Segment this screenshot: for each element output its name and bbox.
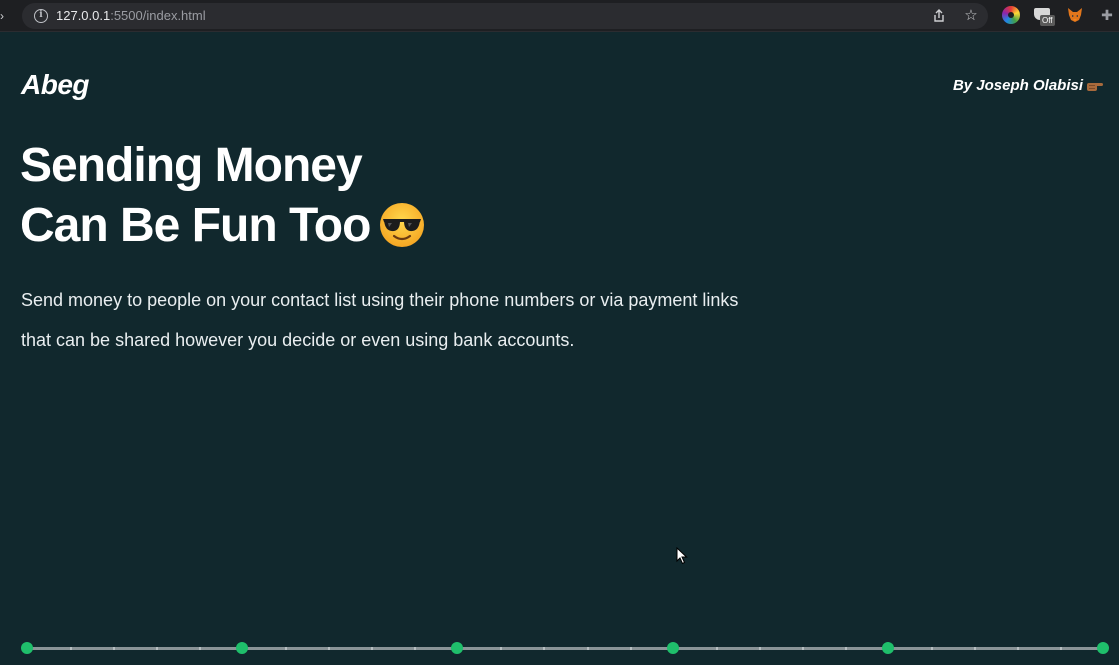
author-byline-text: By Joseph Olabisi: [952, 77, 1083, 94]
site-logo[interactable]: Abeg: [21, 68, 90, 102]
tab-edge-icon: ›: [0, 9, 4, 23]
extension-off-icon[interactable]: Off: [1034, 6, 1055, 26]
color-picker-extension-icon[interactable]: [1002, 6, 1020, 24]
extension-off-badge: Off: [1040, 15, 1055, 26]
extensions-puzzle-icon[interactable]: ✚: [1098, 6, 1116, 24]
timeline-tick: [371, 647, 374, 650]
timeline-tick: [500, 647, 503, 650]
sunglasses-emoji-icon: [380, 203, 425, 247]
timeline-dot[interactable]: [21, 642, 33, 654]
timeline-tick: [285, 647, 288, 650]
timeline-tick: [70, 647, 73, 650]
progress-timeline: [0, 638, 1119, 658]
timeline-dot[interactable]: [1097, 642, 1109, 654]
timeline-dot[interactable]: [666, 642, 679, 654]
timeline-tick: [414, 647, 417, 650]
timeline-dot[interactable]: [881, 642, 894, 654]
url-host: 127.0.0.1: [56, 8, 111, 23]
timeline-tick: [715, 647, 718, 650]
timeline-tick: [586, 647, 589, 650]
timeline-dot[interactable]: [236, 642, 249, 654]
headline-line-1: Sending Money: [20, 139, 363, 192]
timeline-track: [27, 647, 1103, 650]
timeline-tick: [844, 647, 847, 650]
timeline-tick: [973, 647, 976, 650]
timeline-tick: [113, 647, 116, 650]
metamask-fox-icon[interactable]: [1066, 6, 1084, 24]
site-info-icon[interactable]: i: [34, 9, 48, 23]
timeline-tick: [930, 647, 933, 650]
page-viewport: Abeg By Joseph Olabisi Sending Money Can…: [0, 33, 1119, 665]
timeline-tick: [629, 647, 632, 650]
headline-line-2: Can Be Fun Too: [20, 196, 426, 256]
share-icon[interactable]: [931, 8, 947, 24]
address-bar[interactable]: i 127.0.0.1:5500/index.html ☆: [22, 3, 988, 29]
timeline-tick: [1016, 647, 1019, 650]
timeline-tick: [328, 647, 331, 650]
url-text[interactable]: 127.0.0.1:5500/index.html: [56, 8, 206, 24]
timeline-tick: [543, 647, 546, 650]
timeline-tick: [1059, 647, 1062, 650]
url-path: :5500/index.html: [110, 8, 206, 23]
timeline-tick: [801, 647, 804, 650]
pointing-hand-icon: [1087, 83, 1103, 91]
headline-line-2-text: Can Be Fun Too: [20, 199, 371, 252]
hero-description: Send money to people on your contact lis…: [21, 290, 739, 350]
bookmark-star-icon[interactable]: ☆: [962, 7, 980, 25]
author-byline: By Joseph Olabisi: [953, 76, 1103, 96]
timeline-dot[interactable]: [451, 642, 464, 654]
timeline-tick: [758, 647, 761, 650]
mouse-cursor-icon: [676, 547, 688, 565]
timeline-tick: [199, 647, 202, 650]
timeline-tick: [156, 647, 159, 650]
browser-toolbar: › i 127.0.0.1:5500/index.html ☆ Off ✚: [0, 0, 1119, 32]
hero-headline: Sending Money Can Be Fun Too: [20, 136, 426, 256]
